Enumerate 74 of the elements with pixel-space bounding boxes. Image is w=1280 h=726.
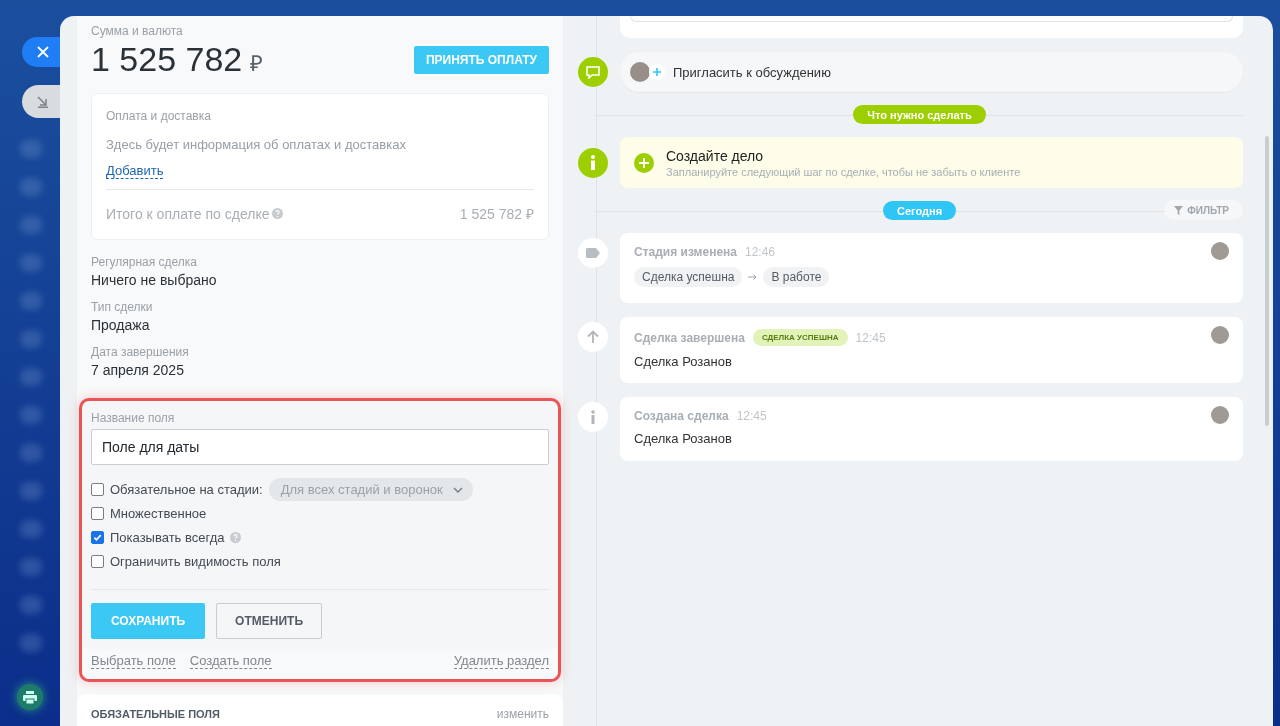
option-label: Обязательное на стадии: bbox=[110, 482, 263, 497]
avatar bbox=[630, 62, 650, 82]
avatar bbox=[1211, 242, 1229, 260]
change-link[interactable]: изменить bbox=[496, 707, 549, 721]
tag-icon bbox=[586, 248, 600, 258]
minimize-button[interactable] bbox=[22, 85, 60, 118]
info-icon bbox=[590, 410, 596, 424]
payment-info-text: Здесь будет информация об оплатах и доставках bbox=[106, 137, 407, 152]
close-icon bbox=[37, 46, 49, 58]
field-value: 7 апреля 2025 bbox=[91, 362, 185, 378]
filter-button[interactable]: ФИЛЬТР bbox=[1164, 200, 1243, 220]
field-link[interactable]: Создать поле bbox=[189, 653, 272, 669]
total-value: 1 525 782 ₽ bbox=[459, 205, 534, 223]
create-task-card[interactable]: Создайте дело Запланируйте следующий шаг по сделке, чтобы не забыть о клиенте bbox=[620, 137, 1243, 188]
filter-icon bbox=[1174, 205, 1184, 215]
plus-icon bbox=[649, 64, 665, 80]
event-title: Стадия изменена bbox=[634, 245, 737, 259]
task-hint: Запланируйте следующий шаг по сделке, чтобы не забыть о клиенте bbox=[666, 165, 1021, 178]
field-label: Тип сделки bbox=[91, 300, 154, 314]
cancel-button[interactable]: ОТМЕНИТЬ bbox=[216, 603, 323, 639]
info-icon bbox=[590, 155, 596, 170]
payment-title: Оплата и доставка bbox=[106, 109, 212, 123]
avatar bbox=[1211, 326, 1229, 344]
help-icon bbox=[230, 532, 242, 543]
todo-badge: Что нужно сделать bbox=[853, 105, 986, 124]
option-label: Ограничить видимость поля bbox=[110, 554, 281, 569]
field-value: Ничего не выбрано bbox=[91, 272, 218, 288]
option-label: Показывать всегда bbox=[110, 530, 225, 545]
arrow-right-icon bbox=[748, 274, 758, 280]
field-link[interactable]: Выбрать поле bbox=[91, 653, 176, 669]
event-time: 12:45 bbox=[736, 409, 767, 423]
event-title: Сделка завершена bbox=[634, 330, 745, 345]
checkbox[interactable] bbox=[91, 483, 104, 496]
checkbox[interactable] bbox=[91, 555, 104, 568]
plus-circle-icon bbox=[634, 152, 654, 173]
stage-chip: В работе bbox=[763, 267, 830, 287]
close-button[interactable] bbox=[22, 37, 60, 67]
delete-section-link[interactable]: Удалить раздел bbox=[453, 653, 549, 669]
status-tag: СДЕЛКА УСПЕШНА bbox=[752, 329, 848, 346]
option-label: Множественное bbox=[110, 506, 207, 521]
field-value: Продажа bbox=[91, 317, 151, 333]
invite-label: Пригласить к обсуждению bbox=[673, 64, 831, 80]
checkbox[interactable] bbox=[91, 507, 104, 520]
field-name-label: Название поля bbox=[91, 411, 176, 425]
accept-payment-button[interactable]: ПРИНЯТЬ ОПЛАТУ bbox=[413, 45, 549, 74]
help-icon bbox=[271, 208, 283, 219]
field-label: Регулярная сделка bbox=[91, 255, 199, 269]
minimize-arrow-icon bbox=[37, 95, 49, 108]
event-text: Сделка Розанов bbox=[634, 354, 733, 369]
amount-label: Сумма и валюта bbox=[91, 24, 184, 38]
required-fields-title: ОБЯЗАТЕЛЬНЫЕ ПОЛЯ bbox=[91, 708, 220, 720]
today-badge: Сегодня bbox=[882, 201, 957, 220]
currency-sign: ₽ bbox=[250, 50, 264, 77]
event-time: 12:45 bbox=[855, 330, 886, 345]
event-time: 12:46 bbox=[745, 245, 775, 259]
chat-icon bbox=[586, 65, 600, 79]
chevron-down-icon bbox=[452, 486, 463, 493]
stage-dropdown[interactable]: Для всех стадий и воронок bbox=[268, 478, 473, 501]
stage-chip: Сделка успешна bbox=[634, 267, 743, 287]
event-text: Сделка Розанов bbox=[634, 431, 733, 446]
field-label: Дата завершения bbox=[91, 345, 190, 359]
checkbox[interactable] bbox=[91, 531, 104, 544]
event-title: Создана сделка bbox=[634, 409, 729, 423]
invite-button[interactable]: Пригласить к обсуждению bbox=[620, 52, 1243, 92]
save-button[interactable]: СОХРАНИТЬ bbox=[91, 603, 206, 639]
total-label: Итого к оплате по сделке bbox=[106, 205, 270, 222]
field-name-input[interactable]: Поле для даты bbox=[91, 429, 549, 465]
arrow-up-icon bbox=[587, 330, 599, 344]
task-title: Создайте дело bbox=[666, 147, 765, 164]
add-link[interactable]: Добавить bbox=[106, 163, 164, 179]
printer-icon bbox=[23, 690, 37, 704]
avatar bbox=[1211, 406, 1229, 424]
printer-button[interactable] bbox=[17, 684, 43, 710]
amount-value: 1 525 782 ₽ bbox=[91, 40, 264, 79]
